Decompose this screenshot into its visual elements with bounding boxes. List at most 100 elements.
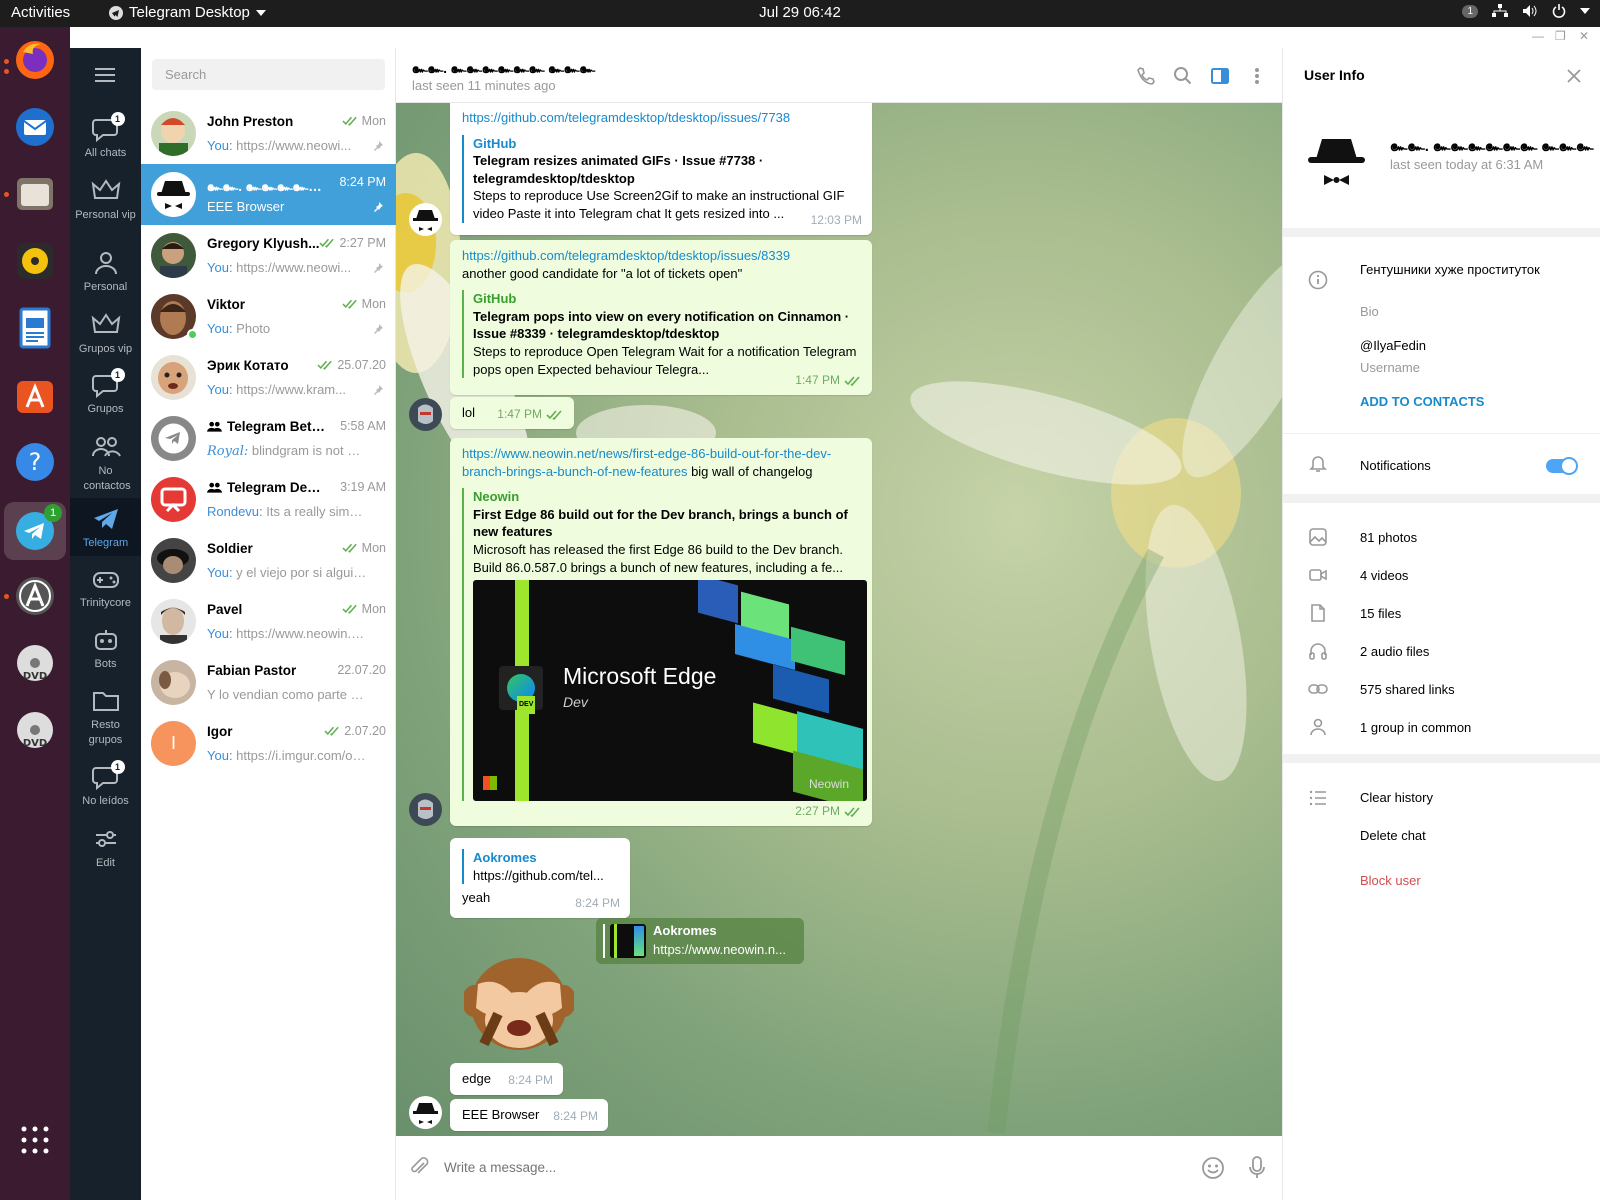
preview-image[interactable]: DEV Microsoft Edge Dev Neowin: [473, 580, 867, 802]
search-input[interactable]: [152, 59, 385, 90]
folder-personal-vip[interactable]: Personal vip: [70, 172, 141, 238]
chat-list-item[interactable]: Soldier Mon You: y el viejo por si alguien…: [141, 530, 396, 591]
username-label: Username: [1360, 360, 1420, 375]
phone-icon[interactable]: [1136, 66, 1156, 86]
avatar: I: [151, 721, 196, 766]
chat-title[interactable]: ๛๛. ๛๛๛๛๛๛ ๛๛๛: [412, 57, 595, 79]
folder-bots[interactable]: Bots: [70, 621, 141, 679]
chat-list-item[interactable]: Telegram Beta ... 5:58 AM Royal: blindgram…: [141, 408, 396, 469]
chat-list-item[interactable]: Gregory Klyush... 2:27 PM You: https://www…: [141, 225, 396, 286]
close-window-icon[interactable]: ✕: [1579, 29, 1589, 43]
folder-no-contactos[interactable]: No contactos: [70, 428, 141, 494]
media-audio[interactable]: 2 audio files: [1360, 644, 1429, 659]
search-icon[interactable]: [1173, 66, 1193, 86]
files-icon[interactable]: [12, 171, 58, 217]
folder-personal[interactable]: Personal: [70, 244, 141, 302]
libreoffice-writer-icon[interactable]: [12, 305, 58, 351]
add-to-contacts-button[interactable]: ADD TO CONTACTS: [1360, 394, 1484, 409]
folder-edit[interactable]: Edit: [70, 820, 141, 878]
volume-icon[interactable]: [1522, 4, 1538, 18]
close-icon[interactable]: [1566, 68, 1582, 84]
avatar: [151, 599, 196, 644]
folder-all-chats[interactable]: 1 All chats: [70, 110, 141, 168]
paperclip-icon[interactable]: [408, 1156, 430, 1178]
folder-grupos[interactable]: 1 Grupos: [70, 366, 141, 424]
message-bubble[interactable]: edge 8:24 PM: [450, 1063, 563, 1095]
power-icon[interactable]: [1552, 4, 1566, 18]
chat-list-item[interactable]: Эрик Котато 25.07.20 You: https://www.kram…: [141, 347, 396, 408]
reply-quote[interactable]: Aokromes https://github.com/tel...: [462, 849, 618, 885]
chat-header[interactable]: ๛๛. ๛๛๛๛๛๛ ๛๛๛ last seen 11 minutes ago: [396, 48, 1282, 103]
notification-count-badge[interactable]: 1: [1462, 4, 1478, 18]
message-area[interactable]: https://github.com/telegramdesktop/tdesk…: [396, 103, 1282, 1136]
notifications-toggle[interactable]: [1546, 457, 1578, 475]
media-links[interactable]: 575 shared links: [1360, 682, 1455, 697]
sticker-monkey[interactable]: [464, 946, 574, 1056]
avatar[interactable]: [409, 1096, 442, 1129]
minimize-icon[interactable]: —: [1532, 29, 1544, 43]
delete-chat-button[interactable]: Delete chat: [1360, 828, 1426, 843]
show-apps-icon[interactable]: [12, 1117, 58, 1163]
message-link[interactable]: https://github.com/telegramdesktop/tdesk…: [462, 247, 860, 265]
chat-list-item[interactable]: ๛๛. ๛๛๛๛๛๛ ๛๛๛ 8:24 PM EEE Browser: [141, 164, 396, 225]
chevron-down-icon[interactable]: [1580, 8, 1590, 14]
maximize-icon[interactable]: ❐: [1555, 29, 1566, 43]
message-bubble[interactable]: Aokromes https://github.com/tel... yeah …: [450, 838, 630, 918]
emoji-icon[interactable]: [1201, 1156, 1225, 1180]
chat-list-item[interactable]: Fabian Pastor 22.07.20 Y lo vendian como p…: [141, 652, 396, 713]
svg-text:DVD: DVD: [23, 671, 47, 682]
avatar[interactable]: [409, 203, 442, 236]
clear-history-button[interactable]: Clear history: [1360, 790, 1433, 805]
media-photos[interactable]: 81 photos: [1360, 530, 1417, 545]
message-bubble[interactable]: https://github.com/telegramdesktop/tdesk…: [450, 103, 872, 235]
web-preview[interactable]: GitHub Telegram resizes animated GIFs · …: [462, 134, 860, 223]
block-user-button[interactable]: Block user: [1360, 873, 1421, 888]
folder-resto-grupos[interactable]: Resto grupos: [70, 682, 141, 748]
dvd-icon[interactable]: DVD: [12, 640, 58, 686]
firefox-icon[interactable]: [12, 37, 58, 83]
sidebar-toggle-icon[interactable]: [1210, 66, 1230, 86]
chat-list-item[interactable]: John Preston Mon You: https://www.neowi...: [141, 103, 396, 164]
message-bubble[interactable]: lol 1:47 PM: [450, 397, 574, 429]
avatar[interactable]: [409, 793, 442, 826]
dvd-icon[interactable]: DVD: [12, 707, 58, 753]
web-preview[interactable]: GitHub Telegram pops into view on every …: [462, 290, 860, 379]
message-link[interactable]: https://github.com/telegramdesktop/tdesk…: [462, 103, 860, 127]
ubuntu-software-icon[interactable]: [12, 372, 58, 418]
clock[interactable]: Jul 29 06:42: [759, 4, 841, 21]
groups-in-common[interactable]: 1 group in common: [1360, 720, 1471, 735]
system-tray[interactable]: 1: [1462, 4, 1590, 18]
activities-button[interactable]: Activities: [11, 4, 70, 21]
chat-list-item[interactable]: Pavel Mon You: https://www.neowin.ne...: [141, 591, 396, 652]
chat-list-item[interactable]: I Igor 2.07.20 You: https://i.imgur.com/oN.…: [141, 713, 396, 774]
folder-telegram[interactable]: Telegram: [70, 498, 141, 556]
message-input[interactable]: [444, 1156, 1144, 1178]
avatar[interactable]: [409, 398, 442, 431]
telegram-dock-icon[interactable]: 1: [4, 502, 66, 560]
media-videos[interactable]: 4 videos: [1360, 568, 1408, 583]
help-icon[interactable]: ?: [12, 439, 58, 485]
folder-grupos-vip[interactable]: Grupos vip: [70, 306, 141, 364]
chat-list-item[interactable]: Telegram Desk... 3:19 AM Rondevu: Its a re…: [141, 469, 396, 530]
message-bubble[interactable]: https://github.com/telegramdesktop/tdesk…: [450, 240, 872, 395]
folder-trinitycore[interactable]: Trinitycore: [70, 560, 141, 618]
chat-time: Mon: [342, 602, 386, 616]
thunderbird-icon[interactable]: [12, 104, 58, 150]
message-bubble[interactable]: https://www.neowin.net/news/first-edge-8…: [450, 438, 872, 826]
network-icon[interactable]: [1492, 4, 1508, 18]
folder-no-leidos[interactable]: 1 No leídos: [70, 758, 141, 816]
more-vertical-icon[interactable]: [1247, 66, 1267, 86]
message-bubble[interactable]: EEE Browser 8:24 PM: [450, 1099, 608, 1131]
reply-chip[interactable]: Aokromes https://www.neowin.n...: [596, 918, 804, 964]
web-preview[interactable]: Neowin First Edge 86 build out for the D…: [462, 488, 867, 802]
microphone-icon[interactable]: [1247, 1156, 1267, 1180]
chat-list-item[interactable]: Viktor Mon You: Photo: [141, 286, 396, 347]
profile-avatar[interactable]: [1302, 127, 1371, 196]
app-menu[interactable]: Telegram Desktop: [109, 4, 266, 21]
username-text[interactable]: @IlyaFedin: [1360, 338, 1426, 353]
chat-time: 2:27 PM: [319, 236, 386, 250]
menu-icon[interactable]: [95, 68, 115, 82]
media-files[interactable]: 15 files: [1360, 606, 1401, 621]
app-store-icon[interactable]: [12, 573, 58, 619]
rhythmbox-icon[interactable]: [12, 238, 58, 284]
